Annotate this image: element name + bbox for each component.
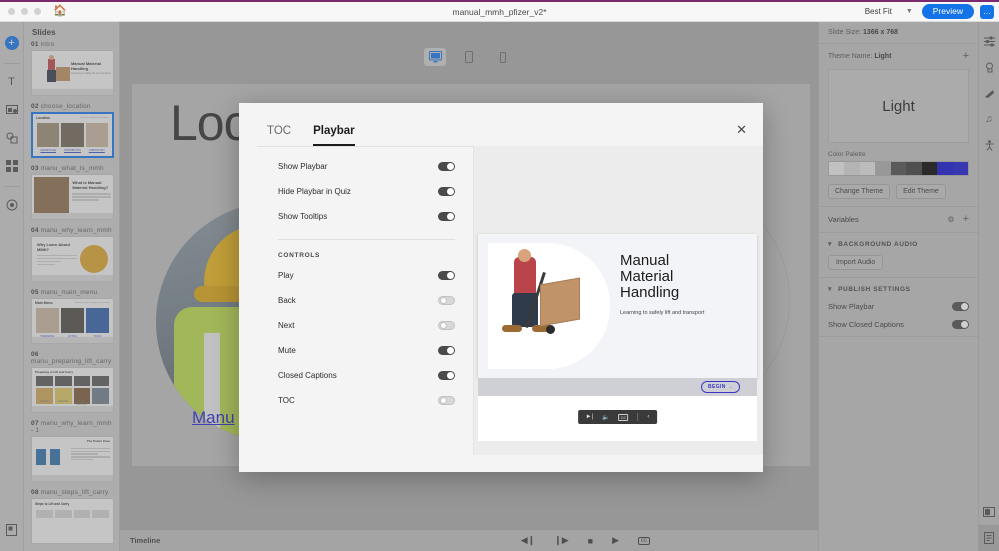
- chevron-down-icon: ▼: [906, 8, 913, 15]
- control-row-next: Next: [278, 313, 455, 338]
- preview-subtitle: Learning to safely lift and transport: [620, 310, 747, 316]
- control-row-play: Play: [278, 263, 455, 288]
- playbar-settings-modal: ✕ TOC Playbar Show Playbar Hide Playbar …: [239, 103, 763, 472]
- control-toggle-closed-captions[interactable]: [438, 371, 455, 380]
- option-label-show-tooltips: Show Tooltips: [278, 212, 327, 221]
- app-root: 🏠 manual_mmh_pfizer_v2* Best Fit ▼ Previ…: [0, 0, 999, 551]
- preview-slide-card: Manual Material Handling Learning to saf…: [478, 234, 757, 378]
- control-label-mute: Mute: [278, 346, 296, 355]
- title-bar: 🏠 manual_mmh_pfizer_v2* Best Fit ▼ Previ…: [0, 2, 999, 22]
- control-toggle-next[interactable]: [438, 321, 455, 330]
- preview-slide-inner: Manual Material Handling Learning to saf…: [488, 243, 747, 369]
- tab-playbar[interactable]: Playbar: [313, 125, 355, 146]
- toc-icon[interactable]: ‹: [647, 414, 649, 420]
- control-toggle-back[interactable]: [438, 296, 455, 305]
- option-row-hide-playbar-quiz: Hide Playbar in Quiz: [278, 179, 455, 204]
- option-toggle-show-playbar[interactable]: [438, 162, 455, 171]
- cc-icon[interactable]: CC: [619, 414, 629, 421]
- begin-label: BEGIN: [708, 384, 726, 390]
- window-controls[interactable]: [0, 8, 41, 15]
- tab-toc[interactable]: TOC: [267, 125, 291, 146]
- option-label-show-playbar: Show Playbar: [278, 162, 327, 171]
- preview-photo: [488, 243, 610, 369]
- modal-tabs: TOC Playbar: [239, 103, 763, 146]
- control-toggle-play[interactable]: [438, 271, 455, 280]
- preview-text-block: Manual Material Handling Learning to saf…: [610, 243, 747, 369]
- preview-title-line1: Manual: [620, 253, 747, 269]
- preview-title-line2: Material: [620, 269, 747, 285]
- control-row-closed-captions: Closed Captions: [278, 363, 455, 388]
- maximize-window-dot[interactable]: [34, 8, 41, 15]
- preview-title-line3: Handling: [620, 285, 747, 301]
- arrow-right-icon: →: [728, 384, 733, 390]
- close-icon[interactable]: ✕: [736, 123, 747, 136]
- preview-cart-wheel: [546, 325, 555, 334]
- option-toggle-hide-playbar-quiz[interactable]: [438, 187, 455, 196]
- zoom-value: Best Fit: [865, 7, 892, 16]
- option-label-hide-playbar-quiz: Hide Playbar in Quiz: [278, 187, 351, 196]
- playbar-preview-pane: Manual Material Handling Learning to saf…: [473, 146, 763, 455]
- control-label-back: Back: [278, 296, 296, 305]
- modal-body: Show Playbar Hide Playbar in Quiz Show T…: [239, 146, 763, 455]
- preview-playbar[interactable]: ►| 🔈 CC ‹: [578, 410, 658, 424]
- titlebar-actions: Best Fit ▼ Preview …: [862, 4, 999, 19]
- preview-playbar-area: ►| 🔈 CC ‹: [478, 396, 757, 441]
- option-toggle-show-tooltips[interactable]: [438, 212, 455, 221]
- control-row-toc: TOC: [278, 388, 455, 413]
- control-label-next: Next: [278, 321, 294, 330]
- preview-boxes: [540, 277, 580, 326]
- control-row-mute: Mute: [278, 338, 455, 363]
- play-icon[interactable]: ►|: [586, 414, 594, 420]
- preview-person-body: [514, 257, 536, 295]
- document-title: manual_mmh_pfizer_v2*: [0, 7, 999, 17]
- minimize-window-dot[interactable]: [21, 8, 28, 15]
- control-toggle-toc[interactable]: [438, 396, 455, 405]
- preview-button[interactable]: Preview: [922, 4, 974, 19]
- control-toggle-mute[interactable]: [438, 346, 455, 355]
- playbar-options-pane: Show Playbar Hide Playbar in Quiz Show T…: [257, 146, 473, 455]
- more-options-button[interactable]: …: [980, 5, 994, 19]
- control-label-toc: TOC: [278, 396, 295, 405]
- zoom-select[interactable]: Best Fit ▼: [862, 6, 916, 17]
- begin-button[interactable]: BEGIN →: [701, 381, 740, 393]
- home-icon[interactable]: 🏠: [53, 6, 67, 17]
- close-window-dot[interactable]: [8, 8, 15, 15]
- preview-action-band: BEGIN →: [478, 378, 757, 396]
- controls-heading: CONTROLS: [278, 239, 455, 259]
- preview-person-head: [518, 249, 531, 262]
- control-label-closed-captions: Closed Captions: [278, 371, 337, 380]
- volume-icon[interactable]: 🔈: [602, 414, 609, 421]
- option-row-show-playbar: Show Playbar: [278, 154, 455, 179]
- option-row-show-tooltips: Show Tooltips: [278, 204, 455, 229]
- playbar-divider: [637, 413, 638, 421]
- control-label-play: Play: [278, 271, 294, 280]
- control-row-back: Back: [278, 288, 455, 313]
- preview-person-shoe-left: [502, 325, 522, 332]
